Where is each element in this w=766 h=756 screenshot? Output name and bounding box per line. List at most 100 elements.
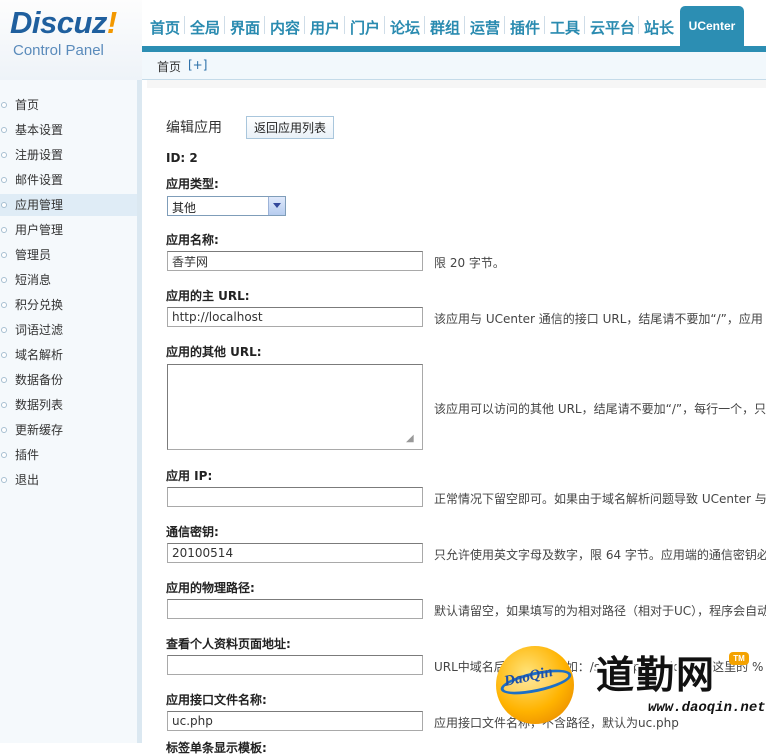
nav-portal[interactable]: 门户: [350, 17, 380, 38]
api-file-input[interactable]: [167, 711, 423, 731]
top-navigation: 首页 全局 界面 内容 用户 门户 论坛 群组 运营 插件 工具 云平台 站长 …: [142, 0, 766, 52]
other-url-tip: 该应用可以访问的其他 URL，结尾请不要加“/”，每行一个，只: [434, 402, 766, 416]
nav-divider: [224, 16, 225, 34]
chevron-down-icon[interactable]: [268, 197, 285, 215]
sidebar: 首页 基本设置 注册设置 邮件设置 应用管理 用户管理 管理员 短消息 积分兑换…: [0, 80, 142, 743]
sidebar-item-basic-settings[interactable]: 基本设置: [0, 119, 137, 141]
physical-path-tip: 默认请留空，如果填写的为相对路径（相对于UC），程序会自动: [434, 604, 766, 618]
sidebar-item-register-settings[interactable]: 注册设置: [0, 144, 137, 166]
sidebar-item-messages[interactable]: 短消息: [0, 269, 137, 291]
bullet-icon: [1, 202, 7, 208]
nav-plugins[interactable]: 插件: [510, 17, 540, 38]
nav-groups[interactable]: 群组: [430, 17, 460, 38]
nav-global[interactable]: 全局: [190, 17, 220, 38]
app-name-tip: 限 20 字节。: [434, 256, 505, 270]
nav-users[interactable]: 用户: [310, 17, 340, 38]
logo-subtitle: Control Panel: [13, 42, 104, 59]
physical-path-input[interactable]: [167, 599, 423, 619]
watermark: DaoQin 道勤网 TM www.daoqin.net: [496, 642, 766, 743]
nav-divider: [544, 16, 545, 34]
bullet-icon: [1, 477, 7, 483]
nav-divider: [344, 16, 345, 34]
main-url-tip: 该应用与 UCenter 通信的接口 URL，结尾请不要加“/”，应用: [434, 312, 763, 326]
comm-key-label: 通信密钥:: [166, 525, 219, 539]
nav-home[interactable]: 首页: [150, 17, 180, 38]
nav-divider: [464, 16, 465, 34]
header: Discuz! Control Panel 首页 全局 界面 内容 用户 门户 …: [0, 0, 766, 80]
bullet-icon: [1, 127, 7, 133]
nav-cloud[interactable]: 云平台: [590, 17, 635, 38]
app-id: ID: 2: [166, 151, 198, 165]
app-ip-label: 应用 IP:: [166, 469, 213, 483]
sidebar-item-update-cache[interactable]: 更新缓存: [0, 419, 137, 441]
nav-divider: [304, 16, 305, 34]
page-title: 编辑应用: [166, 120, 222, 136]
bullet-icon: [1, 152, 7, 158]
bullet-icon: [1, 177, 7, 183]
add-shortcut-link[interactable]: [+]: [188, 58, 207, 72]
tag-template-label: 标签单条显示模板:: [166, 741, 267, 755]
back-to-app-list-button[interactable]: 返回应用列表: [246, 116, 334, 139]
nav-divider: [424, 16, 425, 34]
bullet-icon: [1, 327, 7, 333]
other-url-label: 应用的其他 URL:: [166, 345, 262, 359]
bullet-icon: [1, 102, 7, 108]
breadcrumb: 首页 [+]: [142, 52, 766, 80]
bullet-icon: [1, 277, 7, 283]
sidebar-item-backup[interactable]: 数据备份: [0, 369, 137, 391]
nav-webmaster[interactable]: 站长: [644, 17, 674, 38]
app-name-label: 应用名称:: [166, 233, 219, 247]
app-ip-input[interactable]: [167, 487, 423, 507]
main-url-input[interactable]: [167, 307, 423, 327]
nav-tools[interactable]: 工具: [550, 17, 580, 38]
profile-url-label: 查看个人资料页面地址:: [166, 637, 291, 651]
bullet-icon: [1, 227, 7, 233]
logo[interactable]: Discuz! Control Panel: [0, 0, 142, 80]
main-url-label: 应用的主 URL:: [166, 289, 250, 303]
physical-path-label: 应用的物理路径:: [166, 581, 255, 595]
app-type-select[interactable]: 其他: [167, 196, 286, 216]
nav-operations[interactable]: 运营: [470, 17, 500, 38]
nav-divider: [384, 16, 385, 34]
logo-wordmark: Discuz!: [10, 5, 117, 40]
nav-divider: [184, 16, 185, 34]
nav-divider: [504, 16, 505, 34]
app-name-input[interactable]: [167, 251, 423, 271]
nav-divider: [638, 16, 639, 34]
profile-url-input[interactable]: [167, 655, 423, 675]
bullet-icon: [1, 452, 7, 458]
app-type-value: 其他: [172, 201, 197, 215]
watermark-tm-badge: TM: [729, 652, 749, 665]
sidebar-item-dns[interactable]: 域名解析: [0, 344, 137, 366]
breadcrumb-home-link[interactable]: 首页: [157, 58, 181, 75]
sidebar-item-logout[interactable]: 退出: [0, 469, 137, 491]
nav-interface[interactable]: 界面: [230, 17, 260, 38]
sidebar-item-user-management[interactable]: 用户管理: [0, 219, 137, 241]
sidebar-item-home[interactable]: 首页: [0, 94, 137, 116]
sidebar-item-word-filter[interactable]: 词语过滤: [0, 319, 137, 341]
watermark-domain: www.daoqin.net: [648, 700, 766, 716]
bullet-icon: [1, 402, 7, 408]
bullet-icon: [1, 377, 7, 383]
sidebar-item-credit-exchange[interactable]: 积分兑换: [0, 294, 137, 316]
comm-key-tip: 只允许使用英文字母及数字，限 64 字节。应用端的通信密钥必: [434, 548, 766, 562]
resize-grip-icon[interactable]: ◢: [406, 433, 414, 444]
sidebar-item-admins[interactable]: 管理员: [0, 244, 137, 266]
nav-content[interactable]: 内容: [270, 17, 300, 38]
comm-key-input[interactable]: [167, 543, 423, 563]
bullet-icon: [1, 427, 7, 433]
bullet-icon: [1, 352, 7, 358]
nav-divider: [264, 16, 265, 34]
api-file-label: 应用接口文件名称:: [166, 693, 267, 707]
watermark-logo-text: 道勤网: [596, 652, 717, 697]
sidebar-item-data-list[interactable]: 数据列表: [0, 394, 137, 416]
nav-divider: [584, 16, 585, 34]
sidebar-item-app-management[interactable]: 应用管理: [0, 194, 137, 216]
bullet-icon: [1, 302, 7, 308]
other-url-textarea[interactable]: [167, 364, 423, 450]
nav-forum[interactable]: 论坛: [390, 17, 420, 38]
nav-ucenter-tab[interactable]: UCenter: [680, 6, 744, 46]
sidebar-item-plugins[interactable]: 插件: [0, 444, 137, 466]
sidebar-item-mail-settings[interactable]: 邮件设置: [0, 169, 137, 191]
app-ip-tip: 正常情况下留空即可。如果由于域名解析问题导致 UCenter 与: [434, 492, 766, 506]
